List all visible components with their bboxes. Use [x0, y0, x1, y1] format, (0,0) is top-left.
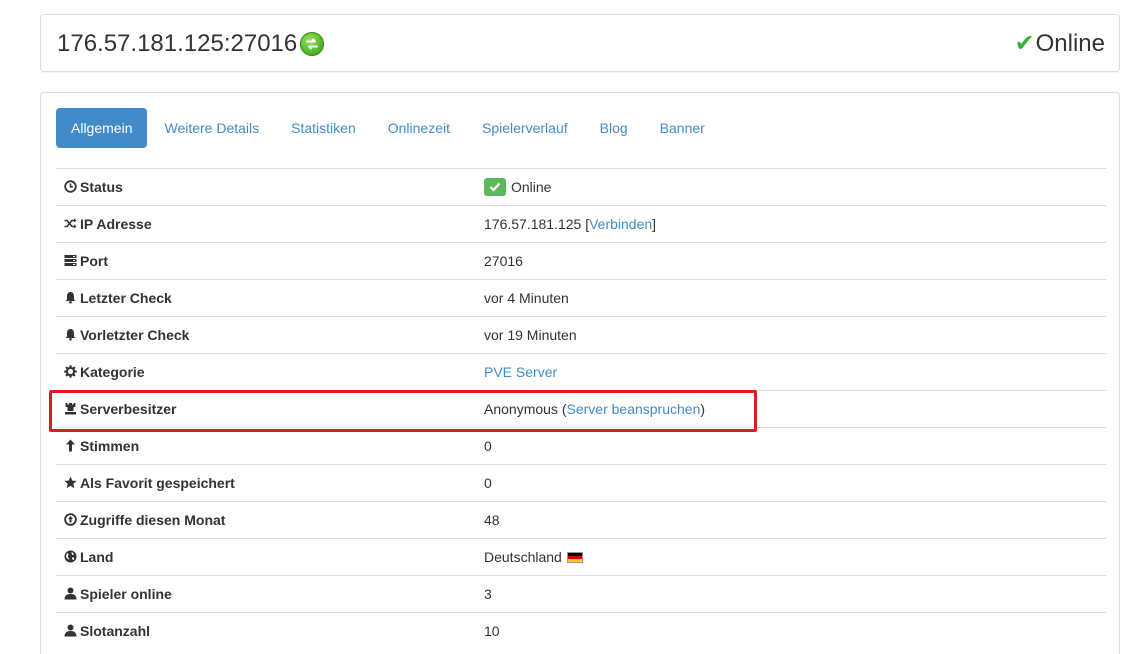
- row-label: Slotanzahl: [80, 623, 151, 640]
- star-icon: [64, 476, 77, 489]
- row-label: IP Adresse: [80, 216, 152, 232]
- row-label: Port: [80, 253, 108, 269]
- tab-weitere-details[interactable]: Weitere Details: [148, 108, 275, 148]
- row-label: Status: [80, 179, 123, 195]
- clock-icon: [64, 180, 77, 193]
- players-value: 3: [476, 575, 1106, 613]
- circle-arrow-up-icon: [64, 513, 77, 526]
- check-icon: ✔: [1014, 30, 1035, 57]
- tab-banner[interactable]: Banner: [644, 108, 721, 148]
- table-row-category: Kategorie PVE Server: [56, 353, 1106, 391]
- tower-icon: [64, 402, 77, 415]
- row-label: Vorletzter Check: [80, 327, 190, 343]
- favorites-value: 0: [476, 464, 1106, 502]
- bell-icon: [64, 291, 77, 304]
- votes-value: 0: [476, 427, 1106, 465]
- shuffle-icon: [64, 217, 77, 230]
- row-label: Letzter Check: [80, 290, 172, 306]
- user-icon: [64, 624, 77, 637]
- bell-icon: [64, 328, 77, 341]
- last-check-value: vor 4 Minuten: [476, 279, 1106, 317]
- table-row-status: Status Online: [56, 168, 1106, 206]
- tab-statistiken[interactable]: Statistiken: [275, 108, 372, 148]
- row-label: Kategorie: [80, 364, 145, 380]
- online-check-icon: [484, 178, 506, 196]
- tab-spielerverlauf[interactable]: Spielerverlauf: [466, 108, 584, 148]
- prev-check-value: vor 19 Minuten: [476, 316, 1106, 354]
- row-label: Als Favorit gespeichert: [80, 475, 235, 491]
- tab-bar: Allgemein Weitere Details Statistiken On…: [56, 108, 721, 148]
- table-row-owner: Serverbesitzer Anonymous (Server beanspr…: [56, 390, 1106, 428]
- country-value: Deutschland: [484, 549, 562, 565]
- ip-value: 176.57.181.125: [484, 216, 582, 232]
- slots-value: 10: [476, 612, 1106, 650]
- table-row-hits: Zugriffe diesen Monat 48: [56, 501, 1106, 539]
- table-row-prev-check: Vorletzter Check vor 19 Minuten: [56, 316, 1106, 354]
- row-label: Land: [80, 549, 114, 565]
- header-status: ✔Online: [1015, 30, 1105, 58]
- row-label: Zugriffe diesen Monat: [80, 512, 226, 528]
- connect-icon[interactable]: [300, 32, 324, 56]
- row-label: Serverbesitzer: [80, 401, 177, 417]
- table-row-favorites: Als Favorit gespeichert 0: [56, 464, 1106, 502]
- server-details-panel: Allgemein Weitere Details Statistiken On…: [40, 92, 1120, 654]
- paren: ): [700, 401, 706, 417]
- port-value: 27016: [476, 242, 1106, 280]
- row-label: Spieler online: [80, 586, 172, 602]
- header-status-label: Online: [1035, 30, 1105, 57]
- germany-flag-icon: [566, 552, 583, 563]
- user-icon: [64, 587, 77, 600]
- category-link[interactable]: PVE Server: [484, 364, 557, 380]
- table-row-last-check: Letzter Check vor 4 Minuten: [56, 279, 1106, 317]
- bracket: ]: [652, 216, 657, 232]
- server-icon: [64, 254, 77, 267]
- cog-icon: [64, 365, 77, 378]
- row-label: Stimmen: [80, 438, 140, 454]
- tab-onlinezeit[interactable]: Onlinezeit: [372, 108, 466, 148]
- table-row-slots: Slotanzahl 10: [56, 612, 1106, 650]
- owner-value: Anonymous: [484, 401, 558, 417]
- hits-value: 48: [476, 501, 1106, 539]
- status-value: Online: [511, 179, 552, 195]
- details-table: Status Online IP Adresse 176.57.181.125 …: [56, 168, 1106, 650]
- server-address: 176.57.181.125:27016: [57, 30, 298, 57]
- table-row-port: Port 27016: [56, 242, 1106, 280]
- server-header-panel: 176.57.181.125:27016 ✔Online: [40, 14, 1120, 72]
- table-row-country: Land Deutschland: [56, 538, 1106, 576]
- table-row-ip: IP Adresse 176.57.181.125 [Verbinden]: [56, 205, 1106, 243]
- table-row-votes: Stimmen 0: [56, 427, 1106, 465]
- globe-icon: [64, 550, 77, 563]
- tab-allgemein[interactable]: Allgemein: [56, 108, 148, 148]
- connect-link[interactable]: Verbinden: [589, 216, 652, 232]
- arrow-up-icon: [64, 439, 77, 452]
- tab-blog[interactable]: Blog: [584, 108, 644, 148]
- claim-server-link[interactable]: Server beanspruchen: [567, 401, 701, 417]
- table-row-players: Spieler online 3: [56, 575, 1106, 613]
